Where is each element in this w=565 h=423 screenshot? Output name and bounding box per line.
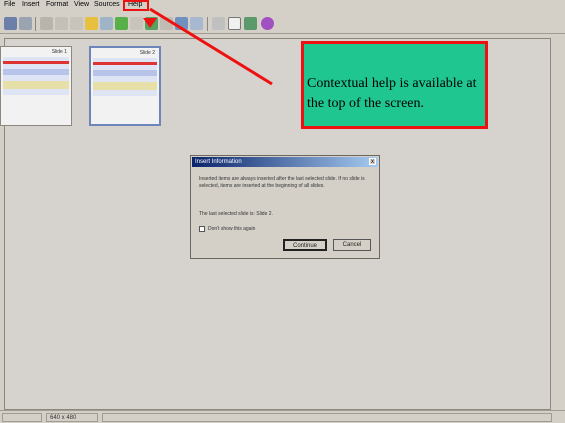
insert-shape-icon[interactable]: [130, 17, 143, 30]
preview-icon[interactable]: [175, 17, 188, 30]
callout-text: Contextual help is available at the top …: [307, 76, 477, 111]
slide-preview-image: [3, 57, 69, 95]
insert-text-icon[interactable]: [100, 17, 113, 30]
export-icon[interactable]: [244, 17, 257, 30]
toolbar-separator: [207, 17, 208, 31]
align-icon[interactable]: [160, 17, 173, 30]
menu-view[interactable]: View: [74, 1, 89, 8]
insert-table-icon[interactable]: [115, 17, 128, 30]
cancel-button[interactable]: Cancel: [333, 239, 371, 251]
help-icon[interactable]: [261, 17, 274, 30]
continue-button[interactable]: Continue: [283, 239, 327, 251]
copy-icon[interactable]: [55, 17, 68, 30]
toolbar: [0, 14, 565, 34]
window-right-edge: [551, 38, 565, 410]
menu-format[interactable]: Format: [46, 1, 68, 8]
insert-information-dialog: Insert Information x Inserted items are …: [190, 155, 380, 259]
slide-thumbnail-2[interactable]: Slide 2: [89, 46, 161, 126]
close-icon[interactable]: x: [369, 158, 376, 165]
save-icon[interactable]: [19, 17, 32, 30]
menu-insert[interactable]: Insert: [22, 1, 40, 8]
menu-bar: File Insert Format View Sources Help: [0, 0, 565, 14]
insert-image-icon[interactable]: [85, 17, 98, 30]
dialog-message: Inserted items are always inserted after…: [199, 176, 365, 189]
cut-icon[interactable]: [40, 17, 53, 30]
slide-thumbnail-1[interactable]: Slide 1: [0, 46, 72, 126]
status-bar: 640 x 480: [0, 410, 565, 423]
menu-sources[interactable]: Sources: [94, 1, 120, 8]
menu-file[interactable]: File: [4, 1, 15, 8]
status-message: [102, 413, 552, 422]
document-icon[interactable]: [228, 17, 241, 30]
slide-preview-image: [93, 58, 157, 96]
dialog-title: Insert Information: [192, 157, 378, 167]
help-callout: Contextual help is available at the top …: [301, 41, 488, 129]
slide-title: Slide 2: [139, 50, 155, 56]
status-size: 640 x 480: [46, 413, 98, 422]
print-icon[interactable]: [212, 17, 225, 30]
dialog-note: The last selected slide is: Slide 2.: [199, 211, 273, 217]
new-slide-icon[interactable]: [4, 17, 17, 30]
status-left: [2, 413, 42, 422]
toolbar-separator: [35, 17, 36, 31]
dont-show-checkbox[interactable]: [199, 226, 205, 232]
publish-icon[interactable]: [190, 17, 203, 30]
insert-media-icon[interactable]: [145, 17, 158, 30]
help-menu-highlight: [123, 0, 149, 11]
slide-title: Slide 1: [51, 49, 67, 55]
paste-icon[interactable]: [70, 17, 83, 30]
checkbox-label: Don't show this again: [208, 226, 256, 232]
